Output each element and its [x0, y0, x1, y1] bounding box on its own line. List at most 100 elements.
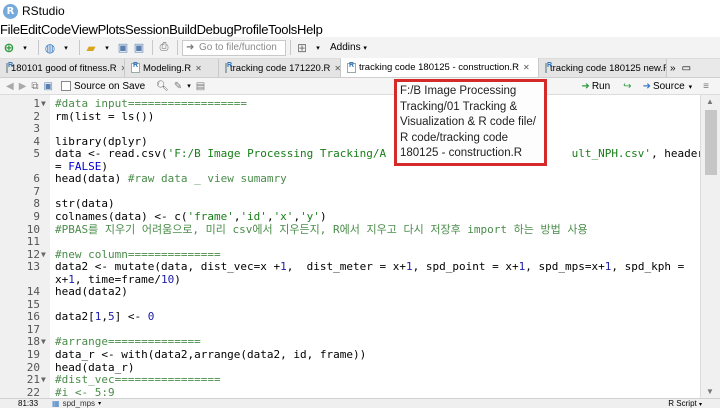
grid-layout-icon[interactable]: ⊞ [295, 40, 309, 56]
back-arrow-icon[interactable]: ◀ [6, 81, 14, 92]
source-button[interactable]: ➜ Source ▾ [643, 81, 693, 92]
open-folder-icon[interactable]: ▰ [84, 40, 98, 56]
close-tab-icon[interactable]: ✕ [523, 63, 530, 72]
editor-tab[interactable]: tracking code 180125 new.R✕ [539, 59, 667, 77]
code-line: 17 [0, 322, 700, 336]
code-token: ult_NPH.csv' [571, 147, 652, 161]
code-line: 9 colnames(data) <- c('frame','id','x','y… [0, 209, 700, 223]
line-number: 10 [26, 222, 40, 236]
print-icon[interactable]: ⎙ [157, 40, 171, 56]
outline-menu-icon[interactable]: ≡ [703, 81, 709, 92]
fold-arrow-icon[interactable]: ▼ [41, 336, 49, 348]
menu-build[interactable]: Build [169, 22, 197, 37]
close-tab-icon[interactable]: ✕ [195, 64, 202, 73]
line-number: 8 [33, 197, 40, 211]
dropdown-arrow-icon[interactable]: ▾ [100, 40, 114, 56]
code-token: rm(list = ls()) [55, 109, 155, 123]
code-line: 11 [0, 236, 700, 248]
menu-file[interactable]: File [0, 22, 20, 37]
rerun-icon[interactable]: ↪ [623, 81, 631, 92]
source-on-save-label: Source on Save [74, 80, 146, 92]
editor-scrollbar[interactable]: ▲ ▼ [700, 95, 720, 398]
dropdown-arrow-icon[interactable]: ▾ [311, 40, 325, 56]
code-text: data <- read.csv('F:/B Image Processing … [55, 148, 700, 160]
dropdown-arrow-icon[interactable]: ▾ [18, 40, 32, 56]
run-arrow-icon: ➜ [581, 81, 590, 92]
tooltip-line: Tracking/01 Tracking & [400, 100, 518, 113]
fold-arrow-icon[interactable]: ▼ [41, 374, 49, 386]
function-icon: ▦ [52, 399, 60, 408]
code-text: #PBAS를 지우기 어려움으로, 미리 csv에서 지우든지, R에서 지우고… [55, 223, 588, 236]
code-line: 19 data_r <- with(data2,arrange(data2, id… [0, 349, 700, 361]
close-tab-icon[interactable]: ✕ [334, 64, 340, 73]
source-on-save-toggle[interactable]: Source on Save [58, 81, 145, 92]
save-file-icon[interactable]: ▣ [44, 81, 53, 92]
menu-tools[interactable]: Tools [268, 22, 297, 37]
code-text: rm(list = ls()) [55, 109, 155, 123]
menu-plots[interactable]: Plots [98, 22, 126, 37]
goto-file-input[interactable]: ➜ Go to file/function [182, 39, 286, 56]
code-line: 15 [0, 298, 700, 311]
new-project-icon[interactable]: ◍ [43, 40, 57, 56]
scrollbar-thumb[interactable] [705, 110, 717, 175]
editor-tab[interactable]: tracking code 171220.R✕ [219, 59, 341, 77]
save-all-icon[interactable]: ▣ [132, 40, 146, 56]
editor-tab[interactable]: tracking code 180125 - construction.R✕ [341, 58, 539, 77]
more-tabs-icon[interactable]: » [667, 59, 679, 77]
code-text: data2 <- mutate(data, dist_vec=x +1, dis… [55, 261, 684, 273]
current-function[interactable]: spd_mps [63, 399, 95, 408]
file-type-selector[interactable]: R Script ▾ [668, 399, 702, 408]
menu-help[interactable]: Help [297, 22, 323, 37]
editor-tab[interactable]: Modeling.R✕ [125, 59, 219, 77]
addins-button[interactable]: Addins ▾ [330, 42, 367, 53]
fold-arrow-icon[interactable]: ▼ [41, 98, 49, 110]
menu-edit[interactable]: Edit [20, 22, 42, 37]
code-token: #i <- 5:9 [55, 385, 115, 398]
fold-arrow-icon[interactable]: ▼ [41, 249, 49, 261]
code-token: = [55, 159, 69, 173]
menu-code[interactable]: Code [41, 22, 71, 37]
code-token: ) [174, 272, 181, 286]
line-number: 20 [26, 360, 40, 374]
toolbar-divider [152, 40, 153, 55]
menu-debug[interactable]: Debug [197, 22, 234, 37]
code-editor[interactable]: 1 ▼ #data input================== 2 rm(list … [0, 95, 700, 398]
dropdown-arrow-icon[interactable]: ▾ [59, 40, 73, 56]
line-number: 17 [26, 322, 40, 336]
search-icon[interactable]: 🔍︎ [156, 81, 169, 92]
menu-session[interactable]: Session [125, 22, 169, 37]
new-file-icon[interactable]: ⊕ [2, 40, 16, 56]
code-token: , spd_kph = [611, 260, 685, 274]
line-number: 9 [33, 209, 40, 223]
source-on-save-checkbox[interactable] [61, 81, 71, 91]
code-token: , time=frame/ [74, 272, 161, 286]
forward-arrow-icon[interactable]: ▶ [19, 81, 27, 92]
code-text: = FALSE) [55, 159, 108, 173]
menu-profile[interactable]: Profile [233, 22, 268, 37]
code-text: #dist_vec================ [55, 374, 221, 386]
save-icon[interactable]: ▣ [116, 40, 130, 56]
r-file-icon [6, 62, 13, 73]
chevron-down-icon: ▾ [698, 402, 702, 408]
r-file-icon [131, 62, 140, 73]
editor-tab[interactable]: 180101 good of fitness.R✕ [0, 59, 125, 77]
line-number: 5 [33, 147, 40, 161]
line-number: 11 [26, 235, 40, 249]
run-button[interactable]: ➜ Run [581, 81, 610, 92]
scroll-down-icon[interactable]: ▼ [706, 387, 714, 396]
code-token: ) [319, 209, 327, 223]
scroll-up-icon[interactable]: ▲ [706, 97, 714, 106]
line-number: 7 [33, 184, 40, 198]
menu-view[interactable]: View [71, 22, 98, 37]
compile-report-icon[interactable]: ▤ [196, 81, 205, 92]
code-tools-wand-icon[interactable]: ✎ [174, 81, 182, 92]
tab-menu-icon[interactable]: ▭ [679, 59, 694, 77]
code-line: 7 [0, 184, 700, 198]
toolbar-divider [79, 40, 80, 55]
code-token: , spd_point = x+ [412, 260, 519, 274]
chevron-down-icon[interactable]: ▾ [187, 82, 191, 90]
code-text: colnames(data) <- c('frame','id','x','y'… [55, 209, 327, 223]
show-in-window-icon[interactable]: ⧉ [31, 81, 38, 92]
line-number: 4 [33, 134, 40, 148]
code-line: 16 data2[1,5] <- 0 [0, 311, 700, 323]
